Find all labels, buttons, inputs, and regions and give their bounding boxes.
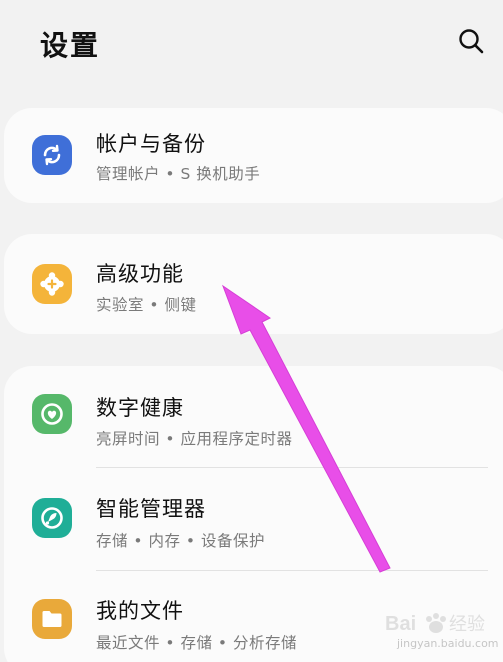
settings-screen: 设置 帐户与备份 管理帐户 • S 换机助手 高级功能 实验室 • 侧键 数字健… [0, 0, 503, 662]
item-title: 数字健康 [96, 396, 184, 420]
svg-text:经验: 经验 [449, 614, 485, 635]
baidu-watermark: Bai 经验 jingyan.baidu.com [383, 608, 501, 652]
search-icon [459, 29, 484, 54]
wellbeing-icon [32, 394, 72, 434]
settings-item-advanced-features[interactable]: 高级功能 实验室 • 侧键 [4, 234, 503, 334]
search-button[interactable] [452, 22, 492, 62]
device-care-icon [32, 498, 72, 538]
svg-text:Bai: Bai [385, 613, 416, 635]
item-subtitle: 存储 • 内存 • 设备保护 [96, 532, 265, 550]
item-title: 智能管理器 [96, 497, 206, 521]
settings-item-device-care[interactable]: 智能管理器 存储 • 内存 • 设备保护 [4, 468, 503, 570]
item-title: 高级功能 [96, 262, 184, 286]
settings-item-account-backup[interactable]: 帐户与备份 管理帐户 • S 换机助手 [4, 108, 503, 203]
gear-plus-icon [32, 264, 72, 304]
page-title: 设置 [40, 29, 101, 62]
folder-icon [32, 599, 72, 639]
settings-item-digital-wellbeing[interactable]: 数字健康 亮屏时间 • 应用程序定时器 [4, 366, 503, 466]
watermark-url: jingyan.baidu.com [397, 637, 499, 650]
advanced-card: 高级功能 实验室 • 侧键 [4, 234, 503, 334]
item-subtitle: 管理帐户 • S 换机助手 [96, 165, 261, 183]
item-title: 我的文件 [96, 599, 184, 623]
sync-icon [32, 135, 72, 175]
item-subtitle: 实验室 • 侧键 [96, 296, 197, 314]
account-card: 帐户与备份 管理帐户 • S 换机助手 [4, 108, 503, 203]
header: 设置 [0, 0, 503, 92]
item-title: 帐户与备份 [96, 132, 206, 156]
item-subtitle: 亮屏时间 • 应用程序定时器 [96, 430, 293, 448]
baidu-paw-logo: Bai 经验 [385, 613, 485, 635]
item-subtitle: 最近文件 • 存储 • 分析存储 [96, 634, 297, 652]
